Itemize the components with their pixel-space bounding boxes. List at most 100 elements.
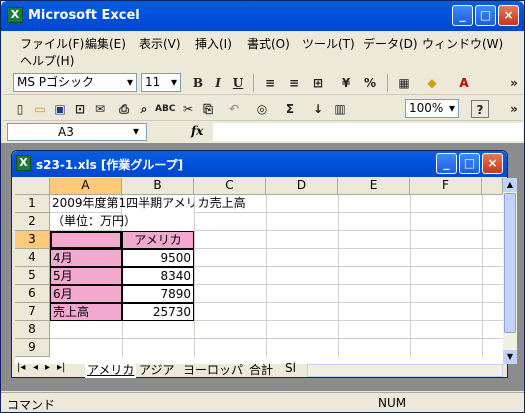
underline-button[interactable]: U: [229, 74, 247, 92]
menu-help[interactable]: ヘルプ(H): [20, 52, 74, 69]
last-sheet-icon[interactable]: ▸|: [57, 362, 65, 373]
permission-icon[interactable]: ⊡: [71, 100, 89, 118]
spelling-icon[interactable]: ABC: [155, 100, 175, 118]
menu-window[interactable]: ウィンドウ(W): [422, 35, 503, 52]
gridline: [194, 302, 503, 303]
column-header[interactable]: F: [410, 178, 482, 195]
cell-B5[interactable]: 8340: [122, 267, 194, 285]
row-header[interactable]: 7: [15, 303, 50, 321]
row-header[interactable]: 1: [15, 195, 50, 213]
row-header[interactable]: 6: [15, 285, 50, 303]
font-color-icon[interactable]: A: [455, 74, 473, 92]
column-header[interactable]: B: [122, 178, 194, 195]
next-sheet-icon[interactable]: ▸: [45, 362, 50, 373]
menu-insert[interactable]: 挿入(I): [195, 35, 232, 52]
column-header[interactable]: D: [266, 178, 338, 195]
standard-toolbar: ▯ ▭ ▣ ⊡ ✉ ⎙ ⌕ ABC ✂ ⎘ ↶ ◎ Σ ↓ ▥ 100% ▾ ? …: [3, 97, 523, 121]
new-icon[interactable]: ▯: [11, 100, 29, 118]
select-all-corner[interactable]: [15, 178, 50, 195]
row-header[interactable]: 3: [15, 231, 50, 249]
workbook-title-bar[interactable]: X s23-1.xls [作業グループ] _ □ ×: [12, 151, 507, 177]
cell-A1[interactable]: 2009年度第1四半期アメリカ売上高: [50, 195, 246, 213]
print-preview-icon[interactable]: ⌕: [135, 100, 153, 118]
row-header[interactable]: 2: [15, 213, 50, 231]
currency-icon[interactable]: ¥: [337, 74, 355, 92]
align-center-icon[interactable]: ≡: [285, 74, 303, 92]
menu-format[interactable]: 書式(O): [247, 35, 290, 52]
borders-icon[interactable]: ▦: [395, 74, 413, 92]
italic-button[interactable]: I: [209, 74, 227, 92]
minimize-button[interactable]: _: [452, 5, 473, 26]
percent-button[interactable]: %: [361, 74, 379, 92]
title-bar[interactable]: X Microsoft Excel _ □ ×: [1, 1, 524, 31]
menu-edit[interactable]: 編集(E): [85, 35, 126, 52]
toolbar-options-icon[interactable]: »: [505, 100, 523, 118]
save-icon[interactable]: ▣: [51, 100, 69, 118]
cell-A6[interactable]: 6月: [50, 285, 122, 303]
cell-B7[interactable]: 25730: [122, 303, 194, 321]
formula-input[interactable]: [213, 123, 523, 141]
open-icon[interactable]: ▭: [31, 100, 49, 118]
menu-view[interactable]: 表示(V): [139, 35, 181, 52]
scroll-down-icon[interactable]: ▼: [503, 350, 517, 364]
cell-A2[interactable]: （単位：万円）: [50, 213, 136, 231]
row-header[interactable]: 4: [15, 249, 50, 267]
row-header[interactable]: 9: [15, 339, 50, 357]
research-icon[interactable]: ◎: [253, 100, 271, 118]
menu-data[interactable]: データ(D): [363, 35, 418, 52]
email-icon[interactable]: ✉: [91, 100, 109, 118]
column-header[interactable]: C: [194, 178, 266, 195]
cell-B3[interactable]: アメリカ: [122, 231, 194, 249]
column-header[interactable]: E: [338, 178, 410, 195]
horizontal-scrollbar[interactable]: [307, 364, 503, 377]
menu-tools[interactable]: ツール(T): [302, 35, 355, 52]
font-name-select[interactable]: MS Pゴシック ▾: [13, 73, 137, 92]
sheet-tab-america[interactable]: アメリカ: [85, 361, 137, 378]
workbook-minimize-button[interactable]: _: [436, 153, 457, 174]
sheet-tab-total[interactable]: 合計: [249, 361, 273, 378]
chevron-down-icon[interactable]: ▾: [133, 124, 139, 138]
vertical-scrollbar[interactable]: ▲ ▼: [503, 178, 517, 364]
sheet-tab-europe[interactable]: ヨーロッパ: [183, 361, 243, 378]
fill-color-icon[interactable]: ◆: [423, 74, 441, 92]
row-header[interactable]: 5: [15, 267, 50, 285]
cell-A7[interactable]: 売上高: [50, 303, 122, 321]
scroll-up-icon[interactable]: ▲: [503, 178, 517, 192]
cell-A4[interactable]: 4月: [50, 249, 122, 267]
name-box[interactable]: A3: [7, 123, 147, 141]
undo-icon[interactable]: ↶: [225, 100, 243, 118]
function-button[interactable]: fx: [191, 124, 203, 138]
column-header[interactable]: A: [50, 178, 122, 195]
gridline: [50, 338, 503, 339]
menu-file[interactable]: ファイル(F): [20, 35, 84, 52]
bold-button[interactable]: B: [189, 74, 207, 92]
maximize-icon: □: [463, 156, 476, 170]
workbook-close-button[interactable]: ×: [482, 153, 503, 174]
copy-icon[interactable]: ⎘: [199, 100, 217, 118]
sheet-tab-asia[interactable]: アジア: [139, 361, 175, 378]
chart-wizard-icon[interactable]: ▥: [331, 100, 349, 118]
sheet-tab-more[interactable]: Sl: [285, 361, 296, 375]
help-button[interactable]: ?: [471, 100, 489, 118]
print-icon[interactable]: ⎙: [115, 100, 133, 118]
maximize-button[interactable]: □: [475, 5, 496, 26]
cell-B6[interactable]: 7890: [122, 285, 194, 303]
cell-A3-active[interactable]: [50, 231, 122, 249]
align-left-icon[interactable]: ≡: [261, 74, 279, 92]
cell-B4[interactable]: 9500: [122, 249, 194, 267]
font-size-select[interactable]: 11 ▾: [141, 73, 181, 92]
scroll-thumb[interactable]: [504, 193, 516, 333]
workbook-maximize-button[interactable]: □: [459, 153, 480, 174]
autosum-button[interactable]: Σ: [281, 100, 299, 118]
zoom-select[interactable]: 100% ▾: [405, 99, 459, 118]
merge-center-icon[interactable]: ⊞: [309, 74, 327, 92]
cell-A5[interactable]: 5月: [50, 267, 122, 285]
first-sheet-icon[interactable]: |◂: [17, 362, 25, 373]
sort-ascending-icon[interactable]: ↓: [309, 100, 327, 118]
prev-sheet-icon[interactable]: ◂: [33, 362, 38, 373]
cut-icon[interactable]: ✂: [179, 100, 197, 118]
column-header[interactable]: [482, 178, 503, 195]
toolbar-options-icon[interactable]: »: [505, 74, 523, 92]
close-button[interactable]: ×: [498, 5, 519, 26]
row-header[interactable]: 8: [15, 321, 50, 339]
